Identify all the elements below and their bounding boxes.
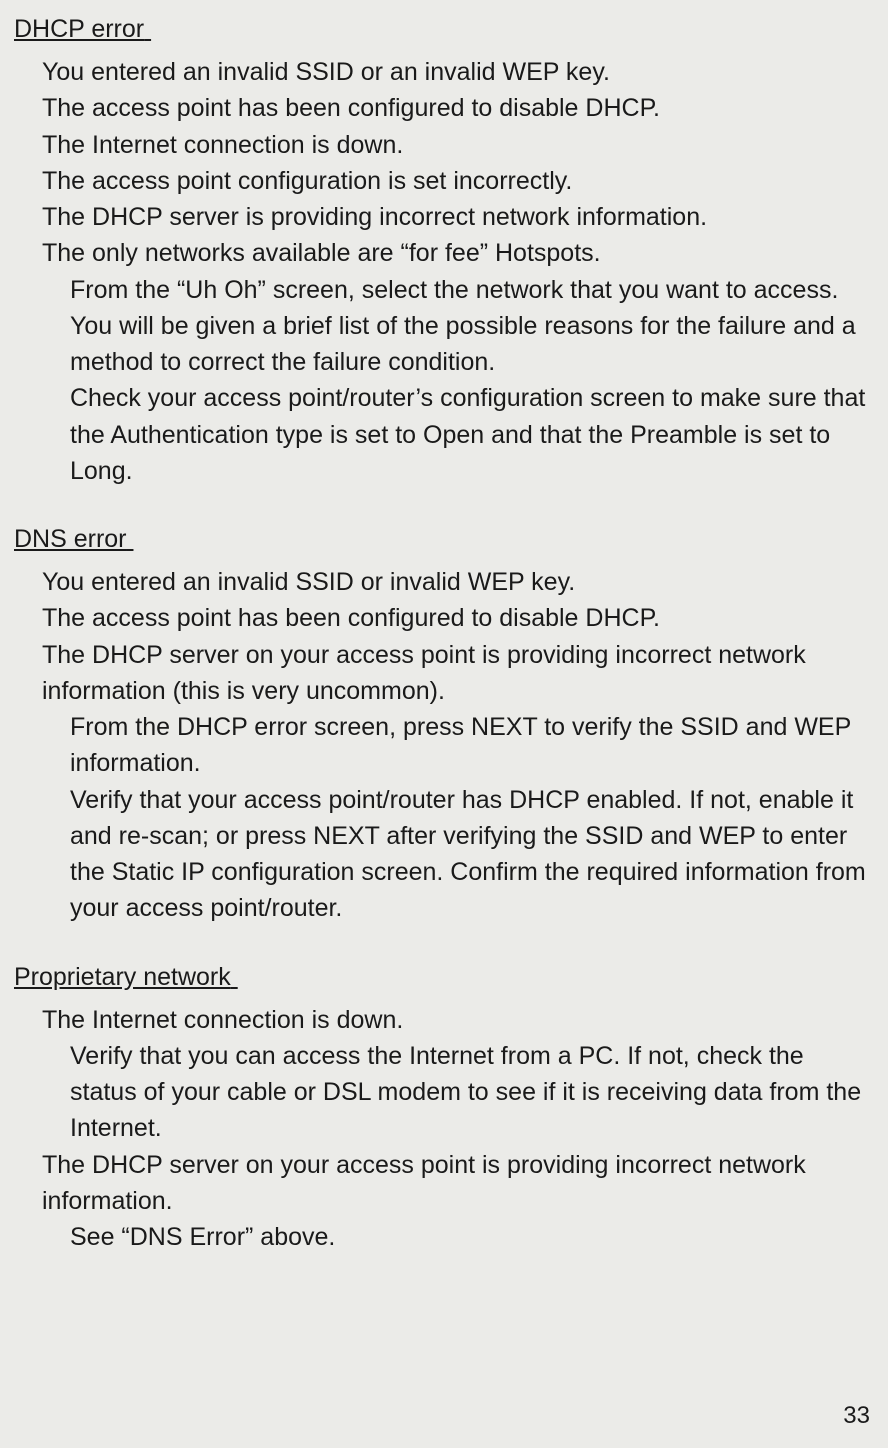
body-line: The only networks available are “for fee… xyxy=(14,235,874,271)
body-line: You entered an invalid SSID or invalid W… xyxy=(14,564,874,600)
body-line: See “DNS Error” above. xyxy=(14,1219,874,1255)
body-line: From the DHCP error screen, press NEXT t… xyxy=(14,709,874,782)
body-line: The Internet connection is down. xyxy=(14,1002,874,1038)
heading-text: DHCP error xyxy=(14,15,144,43)
body-line: From the “Uh Oh” screen, select the netw… xyxy=(14,272,874,381)
section-heading: DNS error xyxy=(14,525,874,554)
section-heading: Proprietary network xyxy=(14,963,874,992)
body-line: The Internet connection is down. xyxy=(14,127,874,163)
body-line: You entered an invalid SSID or an invali… xyxy=(14,54,874,90)
body-line: The DHCP server on your access point is … xyxy=(14,1147,874,1220)
heading-text: Proprietary network xyxy=(14,963,231,991)
body-line: The access point has been configured to … xyxy=(14,600,874,636)
body-line: The DHCP server on your access point is … xyxy=(14,637,874,710)
body-line: The access point configuration is set in… xyxy=(14,163,874,199)
body-line: Verify that you can access the Internet … xyxy=(14,1038,874,1147)
page: DHCP error You entered an invalid SSID o… xyxy=(0,0,888,1448)
section-gap xyxy=(14,927,874,963)
heading-text: DNS error xyxy=(14,525,127,553)
body-line: The access point has been configured to … xyxy=(14,90,874,126)
body-line: Verify that your access point/router has… xyxy=(14,782,874,927)
body-line: The DHCP server is providing incorrect n… xyxy=(14,199,874,235)
section-gap xyxy=(14,489,874,525)
page-number: 33 xyxy=(843,1402,870,1430)
body-line: Check your access point/router’s configu… xyxy=(14,380,874,489)
section-heading: DHCP error xyxy=(14,15,874,44)
